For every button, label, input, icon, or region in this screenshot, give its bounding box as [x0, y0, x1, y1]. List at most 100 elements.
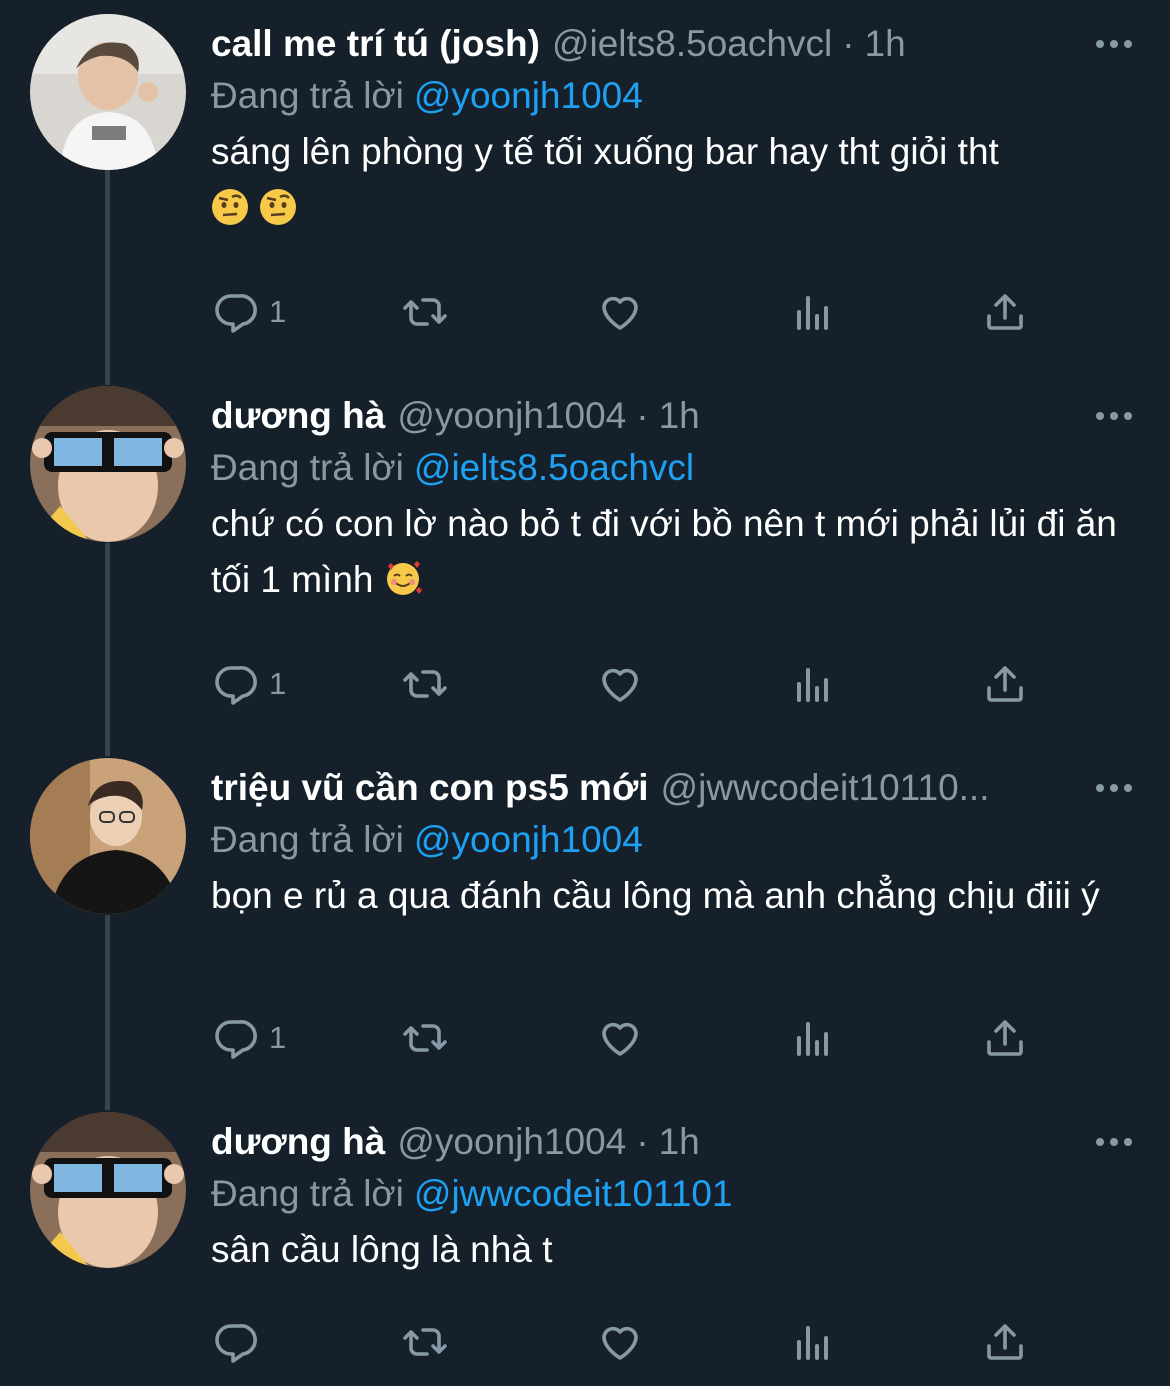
- like-button[interactable]: [596, 654, 644, 714]
- tweet-header: triệu vũ cần con ps5 mới @jwwcodeit10110.…: [211, 758, 1070, 818]
- heart-icon: [602, 668, 638, 702]
- thread-line: [105, 170, 110, 385]
- reply-count: 1: [269, 294, 287, 329]
- action-bar: 1: [211, 654, 1170, 714]
- tweet-text: bọn e rủ a qua đánh cầu lông mà anh chẳn…: [211, 868, 1141, 924]
- reply-button[interactable]: [211, 1312, 259, 1372]
- like-button[interactable]: [596, 1312, 644, 1372]
- reply-button[interactable]: 1: [211, 1008, 286, 1068]
- tweet-header: call me trí tú (josh) @ielts8.5oachvcl · 1h: [211, 14, 1070, 74]
- more-icon[interactable]: [1084, 386, 1144, 446]
- action-bar: [211, 1312, 1170, 1372]
- mention-link[interactable]: @yoonjh1004: [414, 75, 643, 116]
- reply-button[interactable]: 1: [211, 282, 286, 342]
- face-with-raised-eyebrow-icon: [260, 189, 296, 225]
- retweet-icon: [403, 298, 447, 326]
- thread-line: [105, 543, 110, 756]
- reply-bubble-icon: [215, 1020, 257, 1059]
- timestamp[interactable]: 1h: [865, 23, 906, 64]
- analytics-button[interactable]: [789, 282, 837, 342]
- timestamp[interactable]: 1h: [659, 395, 700, 436]
- heart-icon: [602, 296, 638, 330]
- replying-to: Đang trả lời @jwwcodeit101101: [211, 1164, 733, 1224]
- retweet-icon: [403, 670, 447, 698]
- retweet-icon: [403, 1328, 447, 1356]
- tweet-text: sân cầu lông là nhà t: [211, 1222, 1141, 1278]
- display-name[interactable]: triệu vũ cần con ps5 mới: [211, 767, 649, 808]
- timestamp[interactable]: 1h: [659, 1121, 700, 1162]
- replying-to: Đang trả lời @yoonjh1004: [211, 66, 643, 126]
- replying-label: Đang trả lời: [211, 75, 404, 116]
- separator-dot: ·: [842, 23, 855, 64]
- tweet-text: sáng lên phòng y tế tối xuống bar hay th…: [211, 124, 1141, 236]
- heart-icon: [602, 1326, 638, 1360]
- mention-link[interactable]: @ielts8.5oachvcl: [414, 447, 694, 488]
- more-icon[interactable]: [1084, 758, 1144, 818]
- face-with-raised-eyebrow-icon: [212, 189, 248, 225]
- share-button[interactable]: [981, 282, 1029, 342]
- more-icon[interactable]: [1084, 14, 1144, 74]
- tweet-body: sân cầu lông là nhà t: [211, 1229, 553, 1270]
- share-button[interactable]: [981, 1312, 1029, 1372]
- reply-bubble-icon: [215, 1324, 257, 1363]
- avatar[interactable]: [30, 14, 186, 170]
- share-upload-icon: [987, 1020, 1023, 1056]
- display-name[interactable]: dương hà: [211, 395, 385, 436]
- action-bar: 1: [211, 282, 1170, 342]
- avatar-photo-duong-ha: [30, 386, 186, 542]
- avatar[interactable]: [30, 758, 186, 914]
- replying-to: Đang trả lời @ielts8.5oachvcl: [211, 438, 694, 498]
- analytics-button[interactable]: [789, 1008, 837, 1068]
- user-handle[interactable]: @ielts8.5oachvcl: [552, 23, 832, 64]
- reply-bubble-icon: [215, 666, 257, 705]
- analytics-bars-icon: [797, 1326, 828, 1360]
- share-upload-icon: [987, 1324, 1023, 1360]
- analytics-bars-icon: [797, 668, 828, 702]
- avatar-photo-josh: [30, 14, 186, 170]
- thread-line: [105, 915, 110, 1110]
- smiling-face-with-hearts-icon: [386, 561, 422, 595]
- retweet-button[interactable]: [401, 654, 449, 714]
- tweet-text: chứ có con lờ nào bỏ t đi với bồ nên t m…: [211, 496, 1141, 608]
- tweet-body: chứ có con lờ nào bỏ t đi với bồ nên t m…: [211, 503, 1117, 600]
- display-name[interactable]: call me trí tú (josh): [211, 23, 540, 64]
- avatar[interactable]: [30, 386, 186, 542]
- separator-dot: ·: [636, 1121, 649, 1162]
- avatar-photo-duong-ha: [30, 1112, 186, 1268]
- tweet-body: sáng lên phòng y tế tối xuống bar hay th…: [211, 131, 999, 172]
- analytics-bars-icon: [797, 296, 828, 330]
- retweet-button[interactable]: [401, 282, 449, 342]
- replying-to: Đang trả lời @yoonjh1004: [211, 810, 643, 870]
- retweet-button[interactable]: [401, 1008, 449, 1068]
- like-button[interactable]: [596, 1008, 644, 1068]
- separator-dot: ·: [636, 395, 649, 436]
- mention-link[interactable]: @jwwcodeit101101: [414, 1173, 733, 1214]
- replying-label: Đang trả lời: [211, 819, 404, 860]
- reply-button[interactable]: 1: [211, 654, 286, 714]
- share-upload-icon: [987, 294, 1023, 330]
- reply-bubble-icon: [215, 294, 257, 333]
- tweet-body: bọn e rủ a qua đánh cầu lông mà anh chẳn…: [211, 875, 1100, 916]
- replying-label: Đang trả lời: [211, 1173, 404, 1214]
- user-handle[interactable]: @yoonjh1004: [397, 1121, 626, 1162]
- analytics-button[interactable]: [789, 1312, 837, 1372]
- display-name[interactable]: dương hà: [211, 1121, 385, 1162]
- retweet-icon: [403, 1024, 447, 1052]
- replying-label: Đang trả lời: [211, 447, 404, 488]
- retweet-button[interactable]: [401, 1312, 449, 1372]
- share-upload-icon: [987, 666, 1023, 702]
- avatar[interactable]: [30, 1112, 186, 1268]
- reply-count: 1: [269, 1020, 287, 1055]
- mention-link[interactable]: @yoonjh1004: [414, 819, 643, 860]
- heart-icon: [602, 1022, 638, 1056]
- share-button[interactable]: [981, 654, 1029, 714]
- like-button[interactable]: [596, 282, 644, 342]
- analytics-bars-icon: [797, 1022, 828, 1056]
- avatar-photo-trieu-vu: [30, 758, 186, 914]
- analytics-button[interactable]: [789, 654, 837, 714]
- user-handle[interactable]: @yoonjh1004: [397, 395, 626, 436]
- more-icon[interactable]: [1084, 1112, 1144, 1172]
- user-handle[interactable]: @jwwcodeit10110...: [661, 767, 990, 808]
- share-button[interactable]: [981, 1008, 1029, 1068]
- tweet-header: dương hà @yoonjh1004 · 1h: [211, 1112, 1070, 1172]
